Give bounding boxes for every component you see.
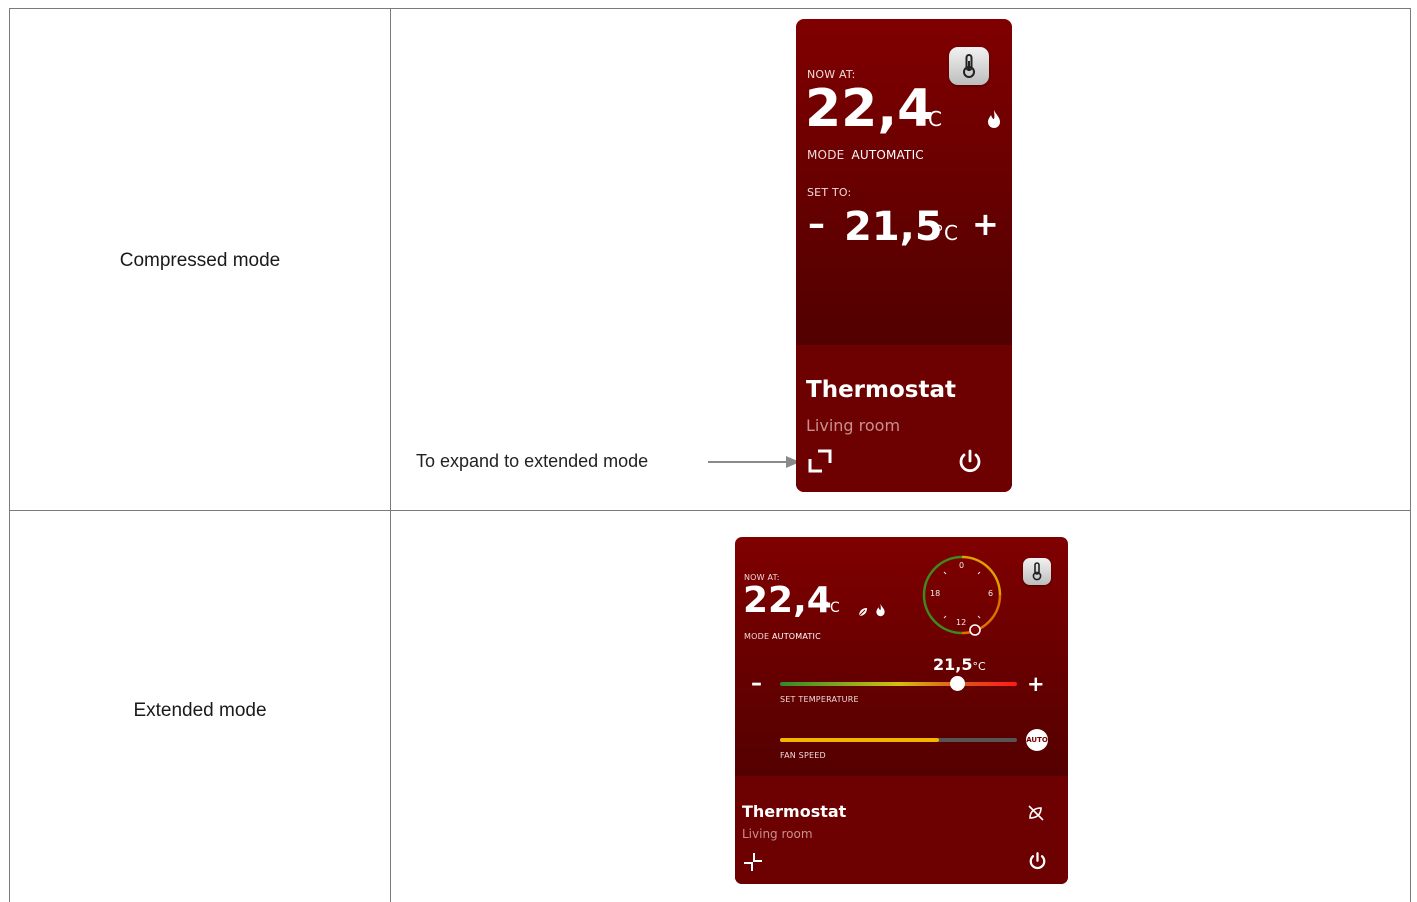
flame-icon xyxy=(875,602,886,621)
power-icon[interactable] xyxy=(1027,851,1048,876)
mode-value: AUTOMATIC xyxy=(851,148,924,162)
schedule-off-icon[interactable] xyxy=(1027,804,1045,826)
set-temperature-label: SET TEMPERATURE xyxy=(780,695,859,704)
card-footer: Thermostat Living room xyxy=(796,345,1012,492)
mode-label-text: MODE xyxy=(807,148,845,162)
fan-auto-button[interactable]: AUTO xyxy=(1026,729,1048,751)
set-temperature-thumb[interactable] xyxy=(950,676,966,691)
annotation-arrow xyxy=(708,461,788,463)
current-temperature-unit: °C xyxy=(918,107,942,131)
thermostat-card-compressed: NOW AT: 22,4 °C MODE AUTOMATIC SET TO: –… xyxy=(796,19,1012,492)
fan-speed-fill xyxy=(780,738,939,742)
leaf-icon xyxy=(857,603,869,622)
set-temperature-slider[interactable] xyxy=(780,676,1017,691)
current-temperature: 22,4 xyxy=(743,580,832,621)
decrease-button[interactable]: – xyxy=(808,204,825,244)
fan-speed-slider[interactable] xyxy=(780,738,1017,742)
mode-label: MODE AUTOMATIC xyxy=(807,148,924,162)
power-icon[interactable] xyxy=(956,448,984,480)
clock-label-0: 0 xyxy=(959,561,965,570)
flame-icon xyxy=(986,109,1002,133)
comparison-table xyxy=(9,8,1411,902)
card-title: Thermostat xyxy=(806,377,956,403)
slider-set-temperature-unit: °C xyxy=(972,660,986,673)
table-column-divider xyxy=(390,8,391,902)
set-temperature: 21,5 xyxy=(844,204,943,250)
expand-icon[interactable] xyxy=(808,449,832,477)
compressed-mode-label: Compressed mode xyxy=(119,250,281,271)
card-title: Thermostat xyxy=(742,802,847,821)
increase-button[interactable]: + xyxy=(1027,672,1045,696)
card-footer: Thermostat Living room xyxy=(735,776,1068,884)
set-to-label: SET TO: xyxy=(807,186,852,199)
current-temperature-unit: °C xyxy=(823,600,840,616)
clock-label-6: 6 xyxy=(988,589,994,598)
fan-speed-label: FAN SPEED xyxy=(780,751,826,760)
table-row-divider xyxy=(9,510,1411,511)
clock-label-12: 12 xyxy=(956,618,967,627)
thermometer-icon[interactable] xyxy=(1023,558,1051,585)
set-temperature-unit: °C xyxy=(934,221,958,245)
slider-set-temperature-value: 21,5°C xyxy=(933,655,986,674)
mode-value: AUTOMATIC xyxy=(771,632,821,641)
increase-button[interactable]: + xyxy=(972,205,999,243)
schedule-clock[interactable]: 0 6 12 18 xyxy=(920,553,1004,637)
current-temperature: 22,4 xyxy=(805,79,934,139)
mode-label-text: MODE xyxy=(744,632,770,641)
mode-label: MODE AUTOMATIC xyxy=(744,632,821,641)
clock-label-18: 18 xyxy=(930,589,941,598)
collapse-icon[interactable] xyxy=(743,852,763,876)
extended-mode-label: Extended mode xyxy=(133,700,267,721)
expand-annotation: To expand to extended mode xyxy=(416,451,649,471)
thermometer-icon[interactable] xyxy=(949,47,989,85)
thermostat-card-extended: NOW AT: 22,4 °C MODE AUTOMATIC 0 6 12 18… xyxy=(735,537,1068,884)
card-subtitle: Living room xyxy=(742,827,813,841)
decrease-button[interactable]: – xyxy=(751,671,762,696)
slider-set-temperature-number: 21,5 xyxy=(933,655,973,674)
card-subtitle: Living room xyxy=(806,416,901,435)
